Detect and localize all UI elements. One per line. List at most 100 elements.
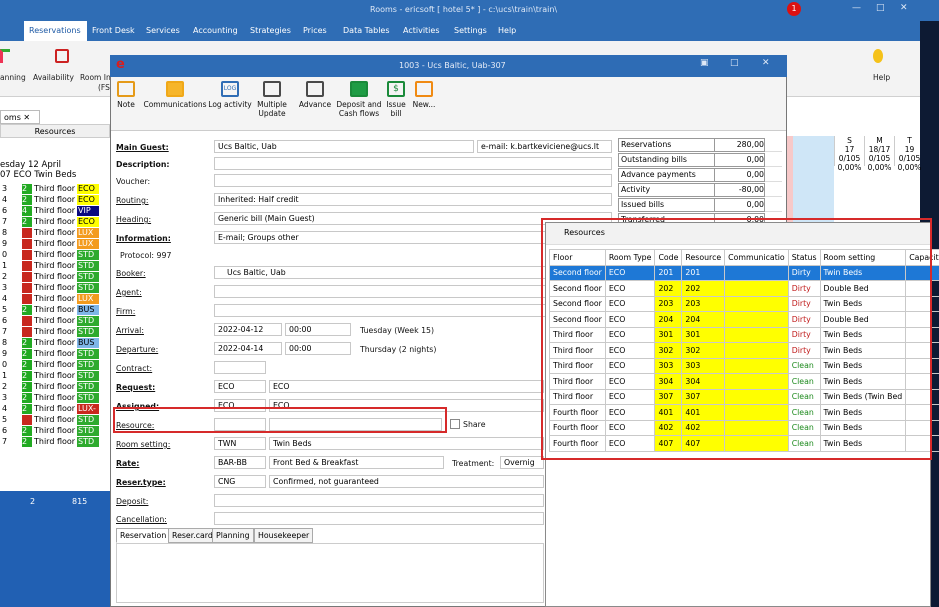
close-icon[interactable]: ✕ — [762, 58, 770, 68]
reservation-title: 1003 - Ucs Baltic, Uab-307 — [399, 61, 506, 70]
tab-reservation[interactable]: Reservation — [116, 528, 171, 543]
request-code-field[interactable]: ECO — [214, 380, 266, 393]
ribbon-availability[interactable]: Availability — [33, 73, 74, 82]
room-row[interactable]: 6 4 Third floor VIP — [0, 206, 110, 216]
reser-type-name-field[interactable]: Confirmed, not guaranteed — [269, 475, 544, 488]
room-row[interactable]: 4 2 Third floor LUX- — [0, 404, 110, 414]
issue-bill-button[interactable]: $ Issue bill — [385, 79, 407, 118]
main-guest-label: Main Guest: — [116, 143, 169, 152]
room-row[interactable]: 6 2 Third floor STD — [0, 426, 110, 436]
maximize-icon[interactable]: □ — [876, 3, 885, 13]
room-row[interactable]: 5 2 Third floor BUS — [0, 305, 110, 315]
room-row[interactable]: 4 2 Third floor ECO — [0, 195, 110, 205]
room-row[interactable]: 9 2 Third floor STD — [0, 349, 110, 359]
share-checkbox[interactable] — [450, 419, 460, 429]
ribbon-planning[interactable]: anning — [0, 73, 26, 82]
room-row[interactable]: 0 2 Third floor STD — [0, 360, 110, 370]
room-number: 1 — [0, 261, 22, 271]
arrival-time-field[interactable]: 00:00 — [285, 323, 351, 336]
calendar-day[interactable]: T 19 0/105 0,00% — [894, 136, 924, 172]
room-flag: 2 — [22, 360, 32, 370]
email-field[interactable]: e-mail: k.bartkeviciene@ucs.lt — [477, 140, 612, 153]
multiple-update-button[interactable]: Multiple Update — [255, 79, 289, 118]
notification-badge[interactable]: 1 — [787, 2, 801, 16]
tab-reser-card[interactable]: Reser.card — [168, 528, 217, 543]
departure-time-field[interactable]: 00:00 — [285, 342, 351, 355]
main-guest-field[interactable]: Ucs Baltic, Uab — [214, 140, 474, 153]
arrival-date-field[interactable]: 2022-04-12 — [214, 323, 282, 336]
new-menu-button[interactable]: New... — [411, 79, 437, 109]
minimize-icon[interactable]: — — [852, 3, 861, 13]
calendar-day[interactable]: M 18/17 0/105 0,00% — [864, 136, 894, 172]
desktop-icon-label[interactable]: 815 — [72, 497, 87, 506]
restore-icon[interactable]: ▣ — [700, 58, 709, 68]
menu-accounting[interactable]: Accounting — [193, 26, 238, 35]
room-floor: Third floor — [32, 283, 77, 293]
room-type: BUS — [77, 305, 99, 315]
room-row[interactable]: 3 2 Third floor STD — [0, 393, 110, 403]
room-row[interactable]: 9 Third floor LUX — [0, 239, 110, 249]
treatment-field[interactable]: Overnig — [500, 456, 544, 469]
maximize-icon[interactable]: □ — [730, 58, 739, 68]
request-name-field[interactable]: ECO — [269, 380, 544, 393]
menu-settings[interactable]: Settings — [454, 26, 487, 35]
room-row[interactable]: 3 2 Third floor ECO — [0, 184, 110, 194]
menu-strategies[interactable]: Strategies — [250, 26, 291, 35]
note-button[interactable]: Note — [115, 79, 137, 109]
close-tab-icon[interactable]: ✕ — [23, 113, 30, 122]
menu-reservations[interactable]: Reservations — [24, 21, 87, 41]
tab-rooms[interactable]: oms ✕ — [0, 110, 40, 124]
room-row[interactable]: 7 2 Third floor STD — [0, 437, 110, 447]
tab-housekeeper[interactable]: Housekeeper — [254, 528, 314, 543]
menu-help[interactable]: Help — [498, 26, 516, 35]
room-setting-code-field[interactable]: TWN — [214, 437, 266, 450]
room-row[interactable]: 1 Third floor STD — [0, 261, 110, 271]
room-type: VIP — [77, 206, 99, 216]
room-number: 6 — [0, 316, 22, 326]
room-number: 3 — [0, 393, 22, 403]
calendar-day[interactable]: S 17 0/105 0,00% — [834, 136, 864, 172]
room-floor: Third floor — [32, 437, 77, 447]
menu-activities[interactable]: Activities — [403, 26, 440, 35]
room-row[interactable]: 1 2 Third floor STD — [0, 371, 110, 381]
room-floor: Third floor — [32, 294, 77, 304]
log-activity-button[interactable]: LOG Log activity — [208, 79, 252, 109]
rate-name-field[interactable]: Front Bed & Breakfast — [269, 456, 444, 469]
menu-data-tables[interactable]: Data Tables — [343, 26, 390, 35]
reser-type-code-field[interactable]: CNG — [214, 475, 266, 488]
room-row[interactable]: 5 Third floor STD — [0, 415, 110, 425]
routing-field[interactable]: Inherited: Half credit — [214, 193, 612, 206]
advance-button[interactable]: Advance — [297, 79, 333, 109]
description-field[interactable] — [214, 157, 612, 170]
deposit-field[interactable] — [214, 494, 544, 507]
room-row[interactable]: 8 Third floor LUX — [0, 228, 110, 238]
deposit-cash-button[interactable]: Deposit and Cash flows — [333, 79, 385, 118]
ribbon-room-info[interactable]: Room In — [80, 73, 111, 82]
room-row[interactable]: 0 Third floor STD — [0, 250, 110, 260]
ribbon-help[interactable]: Help — [873, 73, 890, 82]
room-type: STD — [77, 261, 99, 271]
ribbon-fs: (FS — [98, 83, 110, 92]
communications-button[interactable]: Communications — [142, 79, 208, 109]
tab-planning[interactable]: Planning — [212, 528, 254, 543]
room-row[interactable]: 2 Third floor STD — [0, 272, 110, 282]
room-row[interactable]: 7 2 Third floor ECO — [0, 217, 110, 227]
contract-field[interactable] — [214, 361, 266, 374]
desktop-icon-label[interactable]: 2 — [30, 497, 35, 506]
room-row[interactable]: 3 Third floor STD — [0, 283, 110, 293]
room-row[interactable]: 4 Third floor LUX — [0, 294, 110, 304]
menu-services[interactable]: Services — [146, 26, 180, 35]
menu-front-desk[interactable]: Front Desk — [92, 26, 135, 35]
room-row[interactable]: 2 2 Third floor STD — [0, 382, 110, 392]
room-row[interactable]: 8 2 Third floor BUS — [0, 338, 110, 348]
departure-date-field[interactable]: 2022-04-14 — [214, 342, 282, 355]
room-row[interactable]: 6 Third floor STD — [0, 316, 110, 326]
voucher-field[interactable] — [214, 174, 612, 187]
rate-code-field[interactable]: BAR-BB — [214, 456, 266, 469]
room-row[interactable]: 7 Third floor STD — [0, 327, 110, 337]
room-number: 3 — [0, 184, 22, 194]
menu-prices[interactable]: Prices — [303, 26, 327, 35]
close-icon[interactable]: ✕ — [900, 3, 908, 13]
cancellation-field[interactable] — [214, 512, 544, 525]
room-setting-name-field[interactable]: Twin Beds — [269, 437, 544, 450]
